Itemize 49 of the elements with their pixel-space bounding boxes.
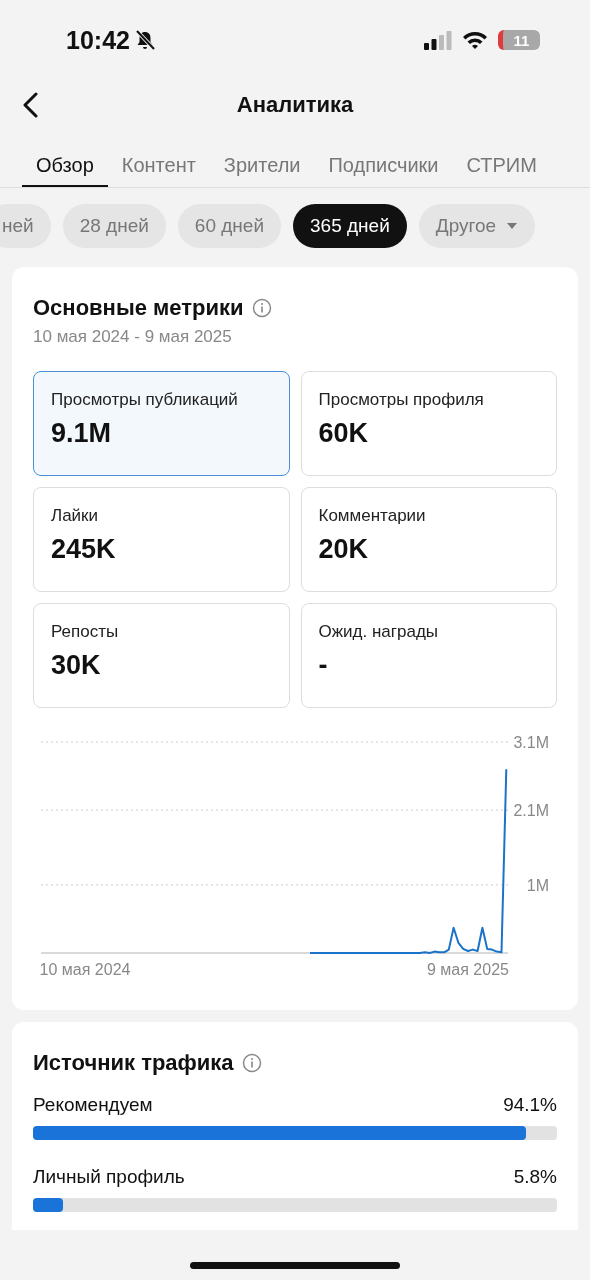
source-label: Личный профиль bbox=[33, 1166, 185, 1188]
signal-icon bbox=[424, 30, 452, 50]
metric-label: Репосты bbox=[51, 622, 120, 642]
tab[interactable]: Контент bbox=[107, 136, 210, 187]
metric-label: Просмотры профиля bbox=[318, 390, 485, 410]
metric-value: 9.1M bbox=[51, 418, 113, 449]
x-tick-label: 9 мая 2025 bbox=[427, 961, 509, 978]
metric-tile[interactable]: Комментарии 20K bbox=[300, 487, 557, 592]
metric-tile[interactable]: Просмотры публикаций 9.1M bbox=[33, 371, 290, 476]
period-chip[interactable]: 28 дней bbox=[62, 204, 166, 248]
y-tick-label: 1M bbox=[526, 876, 549, 894]
metric-label: Просмотры публикаций bbox=[51, 390, 239, 410]
tab[interactable]: Зрители bbox=[209, 136, 315, 187]
info-icon bbox=[241, 1053, 262, 1073]
metric-tile[interactable]: Просмотры профиля 60K bbox=[300, 371, 557, 476]
battery-icon: 11 bbox=[498, 30, 540, 50]
source-percent: 94.1% bbox=[503, 1094, 557, 1116]
metric-value: - bbox=[318, 650, 329, 681]
page-title: Аналитика bbox=[236, 92, 354, 118]
metric-value: 60K bbox=[318, 418, 370, 449]
y-tick-label: 3.1M bbox=[513, 734, 549, 751]
date-range: 10 мая 2024 - 9 мая 2025 bbox=[33, 327, 233, 347]
period-dropdown[interactable]: Другое bbox=[418, 204, 536, 248]
info-icon bbox=[251, 298, 272, 318]
metric-label: Ожид. награды bbox=[318, 622, 440, 642]
muted-bell-icon bbox=[133, 29, 156, 51]
caret-icon bbox=[506, 222, 519, 230]
status-time: 10:42 bbox=[66, 25, 130, 55]
tab[interactable]: Обзор bbox=[22, 136, 108, 187]
metric-label: Комментарии bbox=[318, 506, 427, 526]
metric-label: Лайки bbox=[51, 506, 100, 526]
y-tick-label: 2.1M bbox=[513, 802, 549, 820]
section-title: Основные метрики bbox=[33, 295, 244, 321]
x-tick-label: 10 мая 2024 bbox=[39, 961, 131, 978]
period-chip[interactable]: 365 дней bbox=[293, 204, 407, 248]
metric-tile[interactable]: Лайки 245K bbox=[33, 487, 290, 592]
tab[interactable]: Подписчики bbox=[314, 136, 453, 187]
metric-value: 30K bbox=[51, 650, 102, 681]
metric-value: 245K bbox=[51, 534, 117, 565]
source-label: Рекомендуем bbox=[33, 1094, 153, 1116]
section-title: Источник трафика bbox=[33, 1050, 234, 1076]
metric-tile[interactable]: Репосты 30K bbox=[33, 603, 290, 708]
wifi-icon bbox=[462, 30, 488, 50]
period-chip[interactable]: 60 дней bbox=[177, 204, 282, 248]
source-percent: 5.8% bbox=[513, 1166, 557, 1188]
metric-tile[interactable]: Ожид. награды - bbox=[300, 603, 557, 708]
metric-value: 20K bbox=[318, 534, 370, 565]
period-chip[interactable]: ней bbox=[0, 204, 51, 248]
tab[interactable]: СТРИМ bbox=[452, 136, 551, 187]
